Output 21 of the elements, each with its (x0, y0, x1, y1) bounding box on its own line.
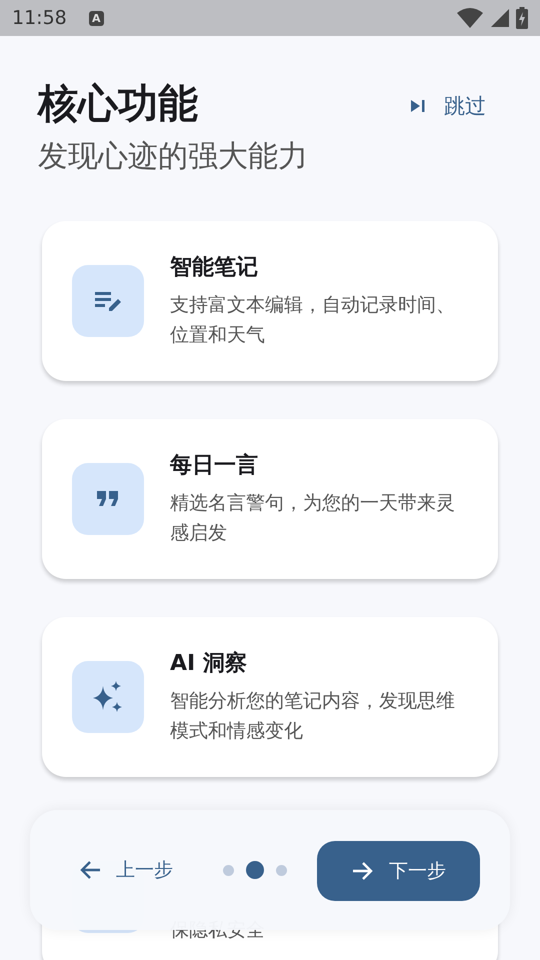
signal-icon (490, 8, 510, 28)
feature-title: 每日一言 (170, 452, 259, 480)
quote-icon (96, 490, 120, 508)
feature-title: AI 洞察 (170, 650, 248, 678)
wifi-icon (456, 7, 484, 29)
skip-icon (410, 99, 426, 113)
notes-icon (93, 289, 123, 313)
skip-button[interactable]: 跳过 (398, 88, 498, 124)
notification-icon: A (88, 10, 104, 26)
battery-icon (516, 7, 528, 29)
page-subtitle: 发现心迹的强大能力 (38, 138, 309, 176)
feature-title: 智能笔记 (170, 254, 259, 282)
feature-description: 支持富文本编辑，自动记录时间、位置和天气 (170, 293, 456, 348)
feature-description: 精选名言警句，为您的一天带来灵感启发 (170, 491, 456, 546)
page-title: 核心功能 (38, 80, 199, 129)
arrow-left-icon (80, 860, 102, 880)
feature-description: 智能分析您的笔记内容，发现思维模式和情感变化 (170, 689, 456, 744)
status-time: 11:58 (12, 7, 67, 29)
previous-button[interactable]: 上一步 (78, 853, 175, 887)
arrow-right-icon (351, 860, 373, 880)
next-button[interactable]: 下一步 (317, 840, 480, 900)
